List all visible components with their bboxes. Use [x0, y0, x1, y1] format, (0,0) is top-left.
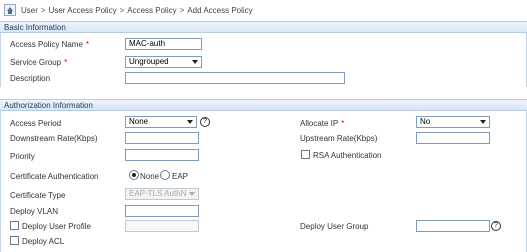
basic-information-header: Basic Information: [0, 21, 527, 33]
deploy-acl-label: Deploy ACL: [22, 237, 65, 246]
access-period-value: None: [129, 117, 149, 126]
description-input[interactable]: [125, 72, 345, 84]
required-mark: *: [341, 119, 345, 128]
priority-label: Priority: [10, 152, 35, 161]
service-group-select[interactable]: Ungrouped: [125, 56, 202, 68]
certificate-authentication-label: Certificate Authentication: [10, 172, 99, 181]
breadcrumb-separator: >: [179, 5, 185, 15]
deploy-user-profile-input[interactable]: [125, 220, 199, 232]
required-mark: *: [64, 58, 68, 67]
deploy-vlan-input[interactable]: [125, 205, 199, 217]
help-icon[interactable]: ?: [491, 221, 501, 231]
access-policy-name-label: Access Policy Name *: [10, 40, 90, 49]
breadcrumb-separator: >: [119, 5, 125, 15]
access-period-select[interactable]: None: [125, 116, 197, 128]
allocate-ip-value: No: [420, 117, 431, 126]
deploy-user-profile-checkbox[interactable]: [10, 221, 19, 230]
downstream-rate-input[interactable]: [125, 132, 199, 144]
description-label: Description: [10, 74, 51, 83]
chevron-down-icon: [189, 192, 195, 196]
help-icon[interactable]: ?: [200, 117, 210, 127]
upstream-rate-input[interactable]: [416, 132, 490, 144]
breadcrumb: User > User Access Policy > Access Polic…: [4, 3, 253, 17]
chevron-down-icon: [192, 60, 198, 64]
home-icon: [4, 4, 16, 16]
deploy-user-group-input[interactable]: [416, 220, 490, 232]
cert-auth-eap-label: EAP: [172, 172, 189, 181]
access-period-label: Access Period: [10, 119, 62, 128]
deploy-user-group-label: Deploy User Group: [300, 222, 369, 231]
breadcrumb-separator: >: [40, 5, 46, 15]
breadcrumb-item-user-access-policy[interactable]: User Access Policy: [49, 6, 117, 15]
deploy-acl-checkbox[interactable]: [10, 236, 19, 245]
breadcrumb-item-add-access-policy: Add Access Policy: [187, 5, 253, 15]
chevron-down-icon: [187, 120, 193, 124]
allocate-ip-label: Allocate IP *: [300, 119, 345, 128]
breadcrumb-item-user[interactable]: User: [21, 6, 38, 15]
certificate-type-value: EAP-TLS AuthN: [129, 189, 187, 198]
deploy-user-profile-label: Deploy User Profile: [22, 222, 91, 231]
service-group-label: Service Group *: [10, 58, 68, 67]
access-policy-name-input[interactable]: MAC-auth: [125, 38, 202, 50]
certificate-type-label: Certificate Type: [10, 191, 66, 200]
service-group-value: Ungrouped: [129, 57, 169, 66]
deploy-vlan-label: Deploy VLAN: [10, 207, 59, 216]
allocate-ip-select[interactable]: No: [416, 116, 490, 128]
cert-auth-none-radio[interactable]: [129, 170, 139, 180]
cert-auth-eap-radio[interactable]: [160, 170, 170, 180]
required-mark: *: [85, 40, 90, 49]
chevron-down-icon: [480, 120, 486, 124]
rsa-authentication-checkbox[interactable]: [301, 150, 310, 159]
cert-auth-none-label: None: [140, 172, 160, 181]
rsa-authentication-label: RSA Authentication: [313, 151, 382, 160]
certificate-type-select[interactable]: EAP-TLS AuthN: [125, 188, 199, 200]
authorization-information-header: Authorization Information: [0, 99, 527, 111]
breadcrumb-item-access-policy[interactable]: Access Policy: [127, 6, 176, 15]
downstream-rate-label: Downstream Rate(Kbps): [10, 134, 98, 143]
priority-input[interactable]: [125, 149, 199, 161]
upstream-rate-label: Upstream Rate(Kbps): [300, 134, 378, 143]
